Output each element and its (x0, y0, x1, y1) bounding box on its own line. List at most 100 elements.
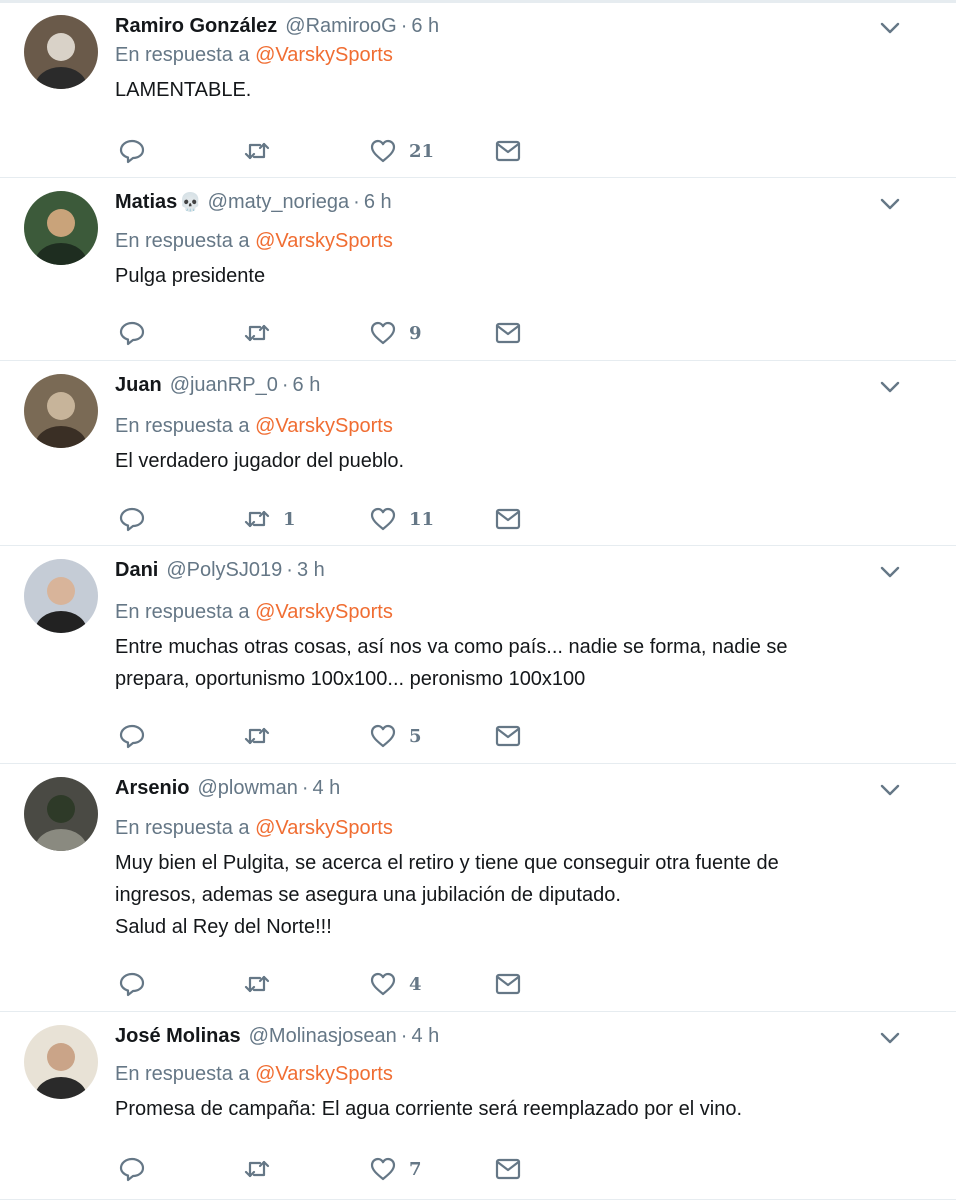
tweet[interactable]: Dani @PolySJ019 · 3 h En respuesta a @Varsk… (0, 547, 956, 764)
tweet[interactable]: Ramiro González @RamirooG · 6 h En respuest… (0, 3, 956, 178)
retweet-icon (244, 142, 270, 160)
separator-dot: · (286, 559, 293, 581)
mention-link[interactable]: @VarskySports (255, 230, 393, 252)
retweet-button[interactable] (243, 137, 283, 165)
timestamp[interactable]: 4 h (411, 1025, 439, 1047)
retweet-button[interactable] (243, 319, 283, 347)
like-button[interactable]: 11 (369, 505, 434, 533)
like-count: 21 (409, 140, 435, 162)
envelope-icon (495, 140, 521, 162)
envelope-icon (495, 973, 521, 995)
tweet[interactable]: José Molinas @Molinasjosean · 4 h En respue… (0, 1013, 956, 1200)
avatar[interactable] (24, 559, 98, 633)
direct-message-button[interactable] (494, 505, 522, 533)
retweet-button[interactable]: 1 (243, 505, 296, 533)
tweet-text-line: El verdadero jugador del pueblo. (115, 450, 405, 472)
avatar[interactable] (24, 374, 98, 448)
heart-icon (370, 507, 396, 531)
tweet-text-line: ingresos, ademas se asegura una jubilaci… (115, 884, 621, 906)
like-count: 11 (409, 508, 435, 530)
reply-prefix: En respuesta a (115, 601, 250, 623)
display-name[interactable]: Arsenio (115, 777, 189, 799)
retweet-icon (244, 510, 270, 528)
reply-button[interactable] (118, 722, 158, 750)
reply-icon (119, 507, 145, 532)
like-button[interactable]: 21 (369, 137, 434, 165)
like-button[interactable]: 4 (369, 970, 422, 998)
display-name[interactable]: Ramiro González (115, 15, 277, 37)
mention-link[interactable]: @VarskySports (255, 817, 393, 839)
chevron-down-icon[interactable] (877, 559, 903, 585)
retweet-button[interactable] (243, 970, 283, 998)
display-name[interactable]: Juan (115, 374, 162, 396)
mention-link[interactable]: @VarskySports (255, 44, 393, 66)
tweet[interactable]: Matias 💀 @maty_noriega · 6 h En respuesta a … (0, 179, 956, 361)
mention-link[interactable]: @VarskySports (255, 601, 393, 623)
direct-message-button[interactable] (494, 1155, 522, 1183)
reply-context: En respuesta a @VarskySports (115, 228, 393, 254)
reply-button[interactable] (118, 505, 158, 533)
avatar[interactable] (24, 191, 98, 265)
tweet-text: LAMENTABLE. (115, 74, 860, 106)
user-handle[interactable]: @plowman (197, 777, 297, 799)
reply-button[interactable] (118, 319, 158, 347)
direct-message-button[interactable] (494, 137, 522, 165)
like-count: 9 (409, 322, 422, 344)
mention-link[interactable]: @VarskySports (255, 1063, 393, 1085)
direct-message-button[interactable] (494, 970, 522, 998)
chevron-down-icon[interactable] (877, 15, 903, 41)
user-handle[interactable]: @RamirooG (285, 15, 396, 37)
reply-prefix: En respuesta a (115, 230, 250, 252)
tweet[interactable]: Arsenio @plowman · 4 h En respuesta a @Vars… (0, 765, 956, 1012)
tweet-text: Promesa de campaña: El agua corriente se… (115, 1093, 860, 1125)
avatar[interactable] (24, 15, 98, 89)
tweet-actions: 21 (115, 137, 545, 165)
timestamp[interactable]: 4 h (312, 777, 340, 799)
chevron-down-icon[interactable] (877, 1025, 903, 1051)
display-name[interactable]: José Molinas (115, 1025, 241, 1047)
reply-context: En respuesta a @VarskySports (115, 42, 393, 68)
tweet-text-line: prepara, oportunismo 100x100... peronism… (115, 668, 586, 690)
user-handle[interactable]: @maty_noriega (208, 191, 349, 213)
heart-icon (370, 321, 396, 345)
timestamp[interactable]: 3 h (297, 559, 325, 581)
tweet-actions: 9 (115, 319, 545, 347)
tweet-header: Juan @juanRP_0 · 6 h (115, 372, 320, 398)
like-button[interactable]: 7 (369, 1155, 422, 1183)
like-button[interactable]: 9 (369, 319, 422, 347)
reply-prefix: En respuesta a (115, 817, 250, 839)
retweet-button[interactable] (243, 722, 283, 750)
chevron-down-icon[interactable] (877, 374, 903, 400)
user-handle[interactable]: @Molinasjosean (249, 1025, 397, 1047)
direct-message-button[interactable] (494, 319, 522, 347)
retweet-icon (244, 324, 270, 342)
display-name[interactable]: Dani (115, 559, 158, 581)
envelope-icon (495, 725, 521, 747)
retweet-button[interactable] (243, 1155, 283, 1183)
separator-dot: · (281, 374, 289, 396)
mention-link[interactable]: @VarskySports (255, 415, 393, 437)
timestamp[interactable]: 6 h (411, 15, 439, 37)
like-button[interactable]: 5 (369, 722, 422, 750)
chevron-down-icon[interactable] (877, 777, 903, 803)
tweet-text-line: Salud al Rey del Norte!!! (115, 916, 332, 938)
reply-button[interactable] (118, 137, 158, 165)
chevron-down-icon[interactable] (877, 191, 903, 217)
user-handle[interactable]: @juanRP_0 (170, 374, 278, 396)
reply-button[interactable] (118, 1155, 158, 1183)
avatar[interactable] (24, 1025, 98, 1099)
timestamp[interactable]: 6 h (364, 191, 392, 213)
reply-context: En respuesta a @VarskySports (115, 1061, 393, 1087)
avatar[interactable] (24, 777, 98, 851)
timestamp[interactable]: 6 h (293, 374, 321, 396)
reply-icon (119, 139, 145, 164)
tweet-text: El verdadero jugador del pueblo. (115, 445, 860, 477)
tweet-header: José Molinas @Molinasjosean · 4 h (115, 1023, 439, 1049)
reply-button[interactable] (118, 970, 158, 998)
user-handle[interactable]: @PolySJ019 (166, 559, 282, 581)
direct-message-button[interactable] (494, 722, 522, 750)
tweet[interactable]: Juan @juanRP_0 · 6 h En respuesta a @Varsky… (0, 362, 956, 546)
tweet-header: Ramiro González @RamirooG · 6 h (115, 13, 439, 39)
name-emoji: 💀 (179, 192, 202, 212)
display-name[interactable]: Matias (115, 191, 177, 213)
